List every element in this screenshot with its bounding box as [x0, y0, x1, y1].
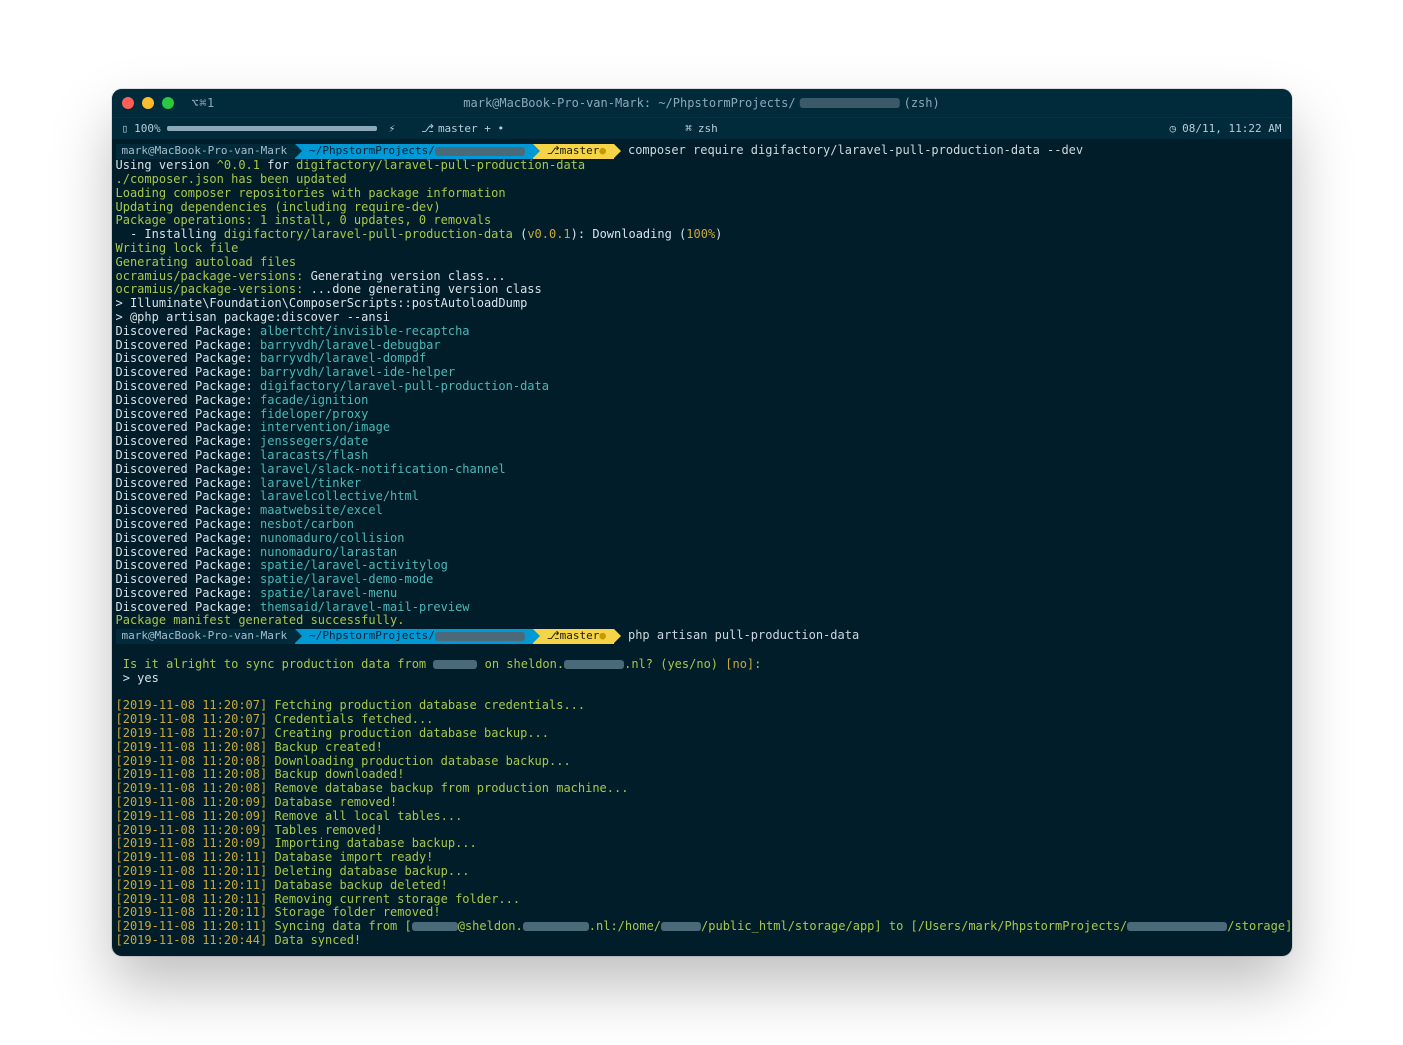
clock-icon: ◷ [1170, 122, 1177, 135]
log-line: [2019-11-08 11:20:11] Syncing data from … [112, 920, 1292, 934]
output-line [112, 644, 1292, 658]
discovered-package: Discovered Package: jenssegers/date [112, 435, 1292, 449]
discovered-package: Discovered Package: maatwebsite/excel [112, 504, 1292, 518]
log-line: [2019-11-08 11:20:11] Removing current s… [112, 893, 1292, 907]
battery-percent: 100% [134, 122, 161, 135]
output-line: > @php artisan package:discover --ansi [112, 311, 1292, 325]
discovered-package: Discovered Package: digifactory/laravel-… [112, 380, 1292, 394]
discovered-package: Discovered Package: barryvdh/laravel-deb… [112, 339, 1292, 353]
git-branch-icon: ⎇ [421, 122, 434, 135]
lightning-icon: ⚡ [389, 122, 396, 135]
battery-bar [167, 126, 377, 131]
discovered-package: Discovered Package: nesbot/carbon [112, 518, 1292, 532]
log-line: [2019-11-08 11:20:07] Credentials fetche… [112, 713, 1292, 727]
log-line: [2019-11-08 11:20:11] Database backup de… [112, 879, 1292, 893]
output-line: ./composer.json has been updated [112, 173, 1292, 187]
prompt-line-1: mark@MacBook-Pro-van-Mark ~/PhpstormProj… [112, 143, 1292, 159]
output-line: ocramius/package-versions: Generating ve… [112, 270, 1292, 284]
discovered-package: Discovered Package: intervention/image [112, 421, 1292, 435]
discovered-package: Discovered Package: nunomaduro/larastan [112, 546, 1292, 560]
log-line: [2019-11-08 11:20:11] Storage folder rem… [112, 906, 1292, 920]
titlebar: ⌥⌘1 mark@MacBook-Pro-van-Mark: ~/Phpstor… [112, 89, 1292, 117]
maximize-icon[interactable] [162, 97, 174, 109]
sync-question: Is it alright to sync production data fr… [112, 658, 1292, 672]
discovered-package: Discovered Package: laravel/slack-notifi… [112, 463, 1292, 477]
output-line: Loading composer repositories with packa… [112, 187, 1292, 201]
discovered-package: Discovered Package: themsaid/laravel-mai… [112, 601, 1292, 615]
clock: 08/11, 11:22 AM [1182, 122, 1281, 135]
discovered-package: Discovered Package: barryvdh/laravel-dom… [112, 352, 1292, 366]
discovered-package: Discovered Package: spatie/laravel-demo-… [112, 573, 1292, 587]
prompt-user: mark@MacBook-Pro-van-Mark [116, 629, 296, 644]
git-branch-icon: ⎇ [547, 145, 560, 158]
git-branch-icon: ⎇ [547, 630, 560, 643]
branch-status: master + • [438, 122, 504, 135]
output-line: Using version ^0.0.1 for digifactory/lar… [112, 159, 1292, 173]
discovered-package: Discovered Package: spatie/laravel-activ… [112, 559, 1292, 573]
discovered-package: Discovered Package: fideloper/proxy [112, 408, 1292, 422]
log-line: [2019-11-08 11:20:11] Database import re… [112, 851, 1292, 865]
shell-icon: ⌘ [685, 122, 692, 135]
output-line: Generating autoload files [112, 256, 1292, 270]
output-line: Updating dependencies (including require… [112, 201, 1292, 215]
log-line: [2019-11-08 11:20:07] Fetching productio… [112, 699, 1292, 713]
discovered-package: Discovered Package: albertcht/invisible-… [112, 325, 1292, 339]
window-controls [122, 97, 174, 109]
log-line: [2019-11-08 11:20:09] Remove all local t… [112, 810, 1292, 824]
log-line: [2019-11-08 11:20:09] Database removed! [112, 796, 1292, 810]
prompt-path: ~/PhpstormProjects/ [295, 629, 533, 644]
output-line: ocramius/package-versions: ...done gener… [112, 283, 1292, 297]
discovered-package: Discovered Package: laravel/tinker [112, 477, 1292, 491]
status-bar: ▯ 100% ⚡ ⎇ master + • ⌘ zsh ◷ 08/11, 11:… [112, 117, 1292, 139]
output-line: Package operations: 1 install, 0 updates… [112, 214, 1292, 228]
prompt-branch: ⎇ master ● [533, 629, 614, 644]
log-line: [2019-11-08 11:20:08] Remove database ba… [112, 782, 1292, 796]
command-text: composer require digifactory/laravel-pul… [628, 144, 1083, 158]
discovered-package: Discovered Package: laracasts/flash [112, 449, 1292, 463]
shell-name: zsh [698, 122, 718, 135]
output-line: - Installing digifactory/laravel-pull-pr… [112, 228, 1292, 242]
minimize-icon[interactable] [142, 97, 154, 109]
terminal-output[interactable]: mark@MacBook-Pro-van-Mark ~/PhpstormProj… [112, 139, 1292, 956]
sync-answer: > yes [112, 672, 1292, 686]
prompt-line-2: mark@MacBook-Pro-van-Mark ~/PhpstormProj… [112, 628, 1292, 644]
output-line: > Illuminate\Foundation\ComposerScripts:… [112, 297, 1292, 311]
log-line: [2019-11-08 11:20:09] Tables removed! [112, 824, 1292, 838]
log-line: [2019-11-08 11:20:08] Downloading produc… [112, 755, 1292, 769]
prompt-path: ~/PhpstormProjects/ [295, 144, 533, 159]
discovered-package: Discovered Package: spatie/laravel-menu [112, 587, 1292, 601]
discovered-package: Discovered Package: barryvdh/laravel-ide… [112, 366, 1292, 380]
log-line: [2019-11-08 11:20:09] Importing database… [112, 837, 1292, 851]
log-line: [2019-11-08 11:20:11] Deleting database … [112, 865, 1292, 879]
prompt-user: mark@MacBook-Pro-van-Mark [116, 144, 296, 159]
command-text: php artisan pull-production-data [628, 629, 859, 643]
close-icon[interactable] [122, 97, 134, 109]
discovered-package: Discovered Package: laravelcollective/ht… [112, 490, 1292, 504]
battery-icon: ▯ [122, 122, 129, 135]
prompt-branch: ⎇ master ● [533, 144, 614, 159]
window-title: mark@MacBook-Pro-van-Mark: ~/PhpstormPro… [463, 96, 939, 110]
output-line: Writing lock file [112, 242, 1292, 256]
discovered-package: Discovered Package: facade/ignition [112, 394, 1292, 408]
log-line: [2019-11-08 11:20:08] Backup downloaded! [112, 768, 1292, 782]
discovered-package: Discovered Package: nunomaduro/collision [112, 532, 1292, 546]
tab-shortcut: ⌥⌘1 [192, 96, 215, 110]
output-line: Package manifest generated successfully. [112, 614, 1292, 628]
redacted-text [800, 98, 900, 108]
terminal-window: ⌥⌘1 mark@MacBook-Pro-van-Mark: ~/Phpstor… [112, 89, 1292, 956]
output-line [112, 686, 1292, 700]
log-line: [2019-11-08 11:20:07] Creating productio… [112, 727, 1292, 741]
log-line: [2019-11-08 11:20:08] Backup created! [112, 741, 1292, 755]
log-line: [2019-11-08 11:20:44] Data synced! [112, 934, 1292, 948]
